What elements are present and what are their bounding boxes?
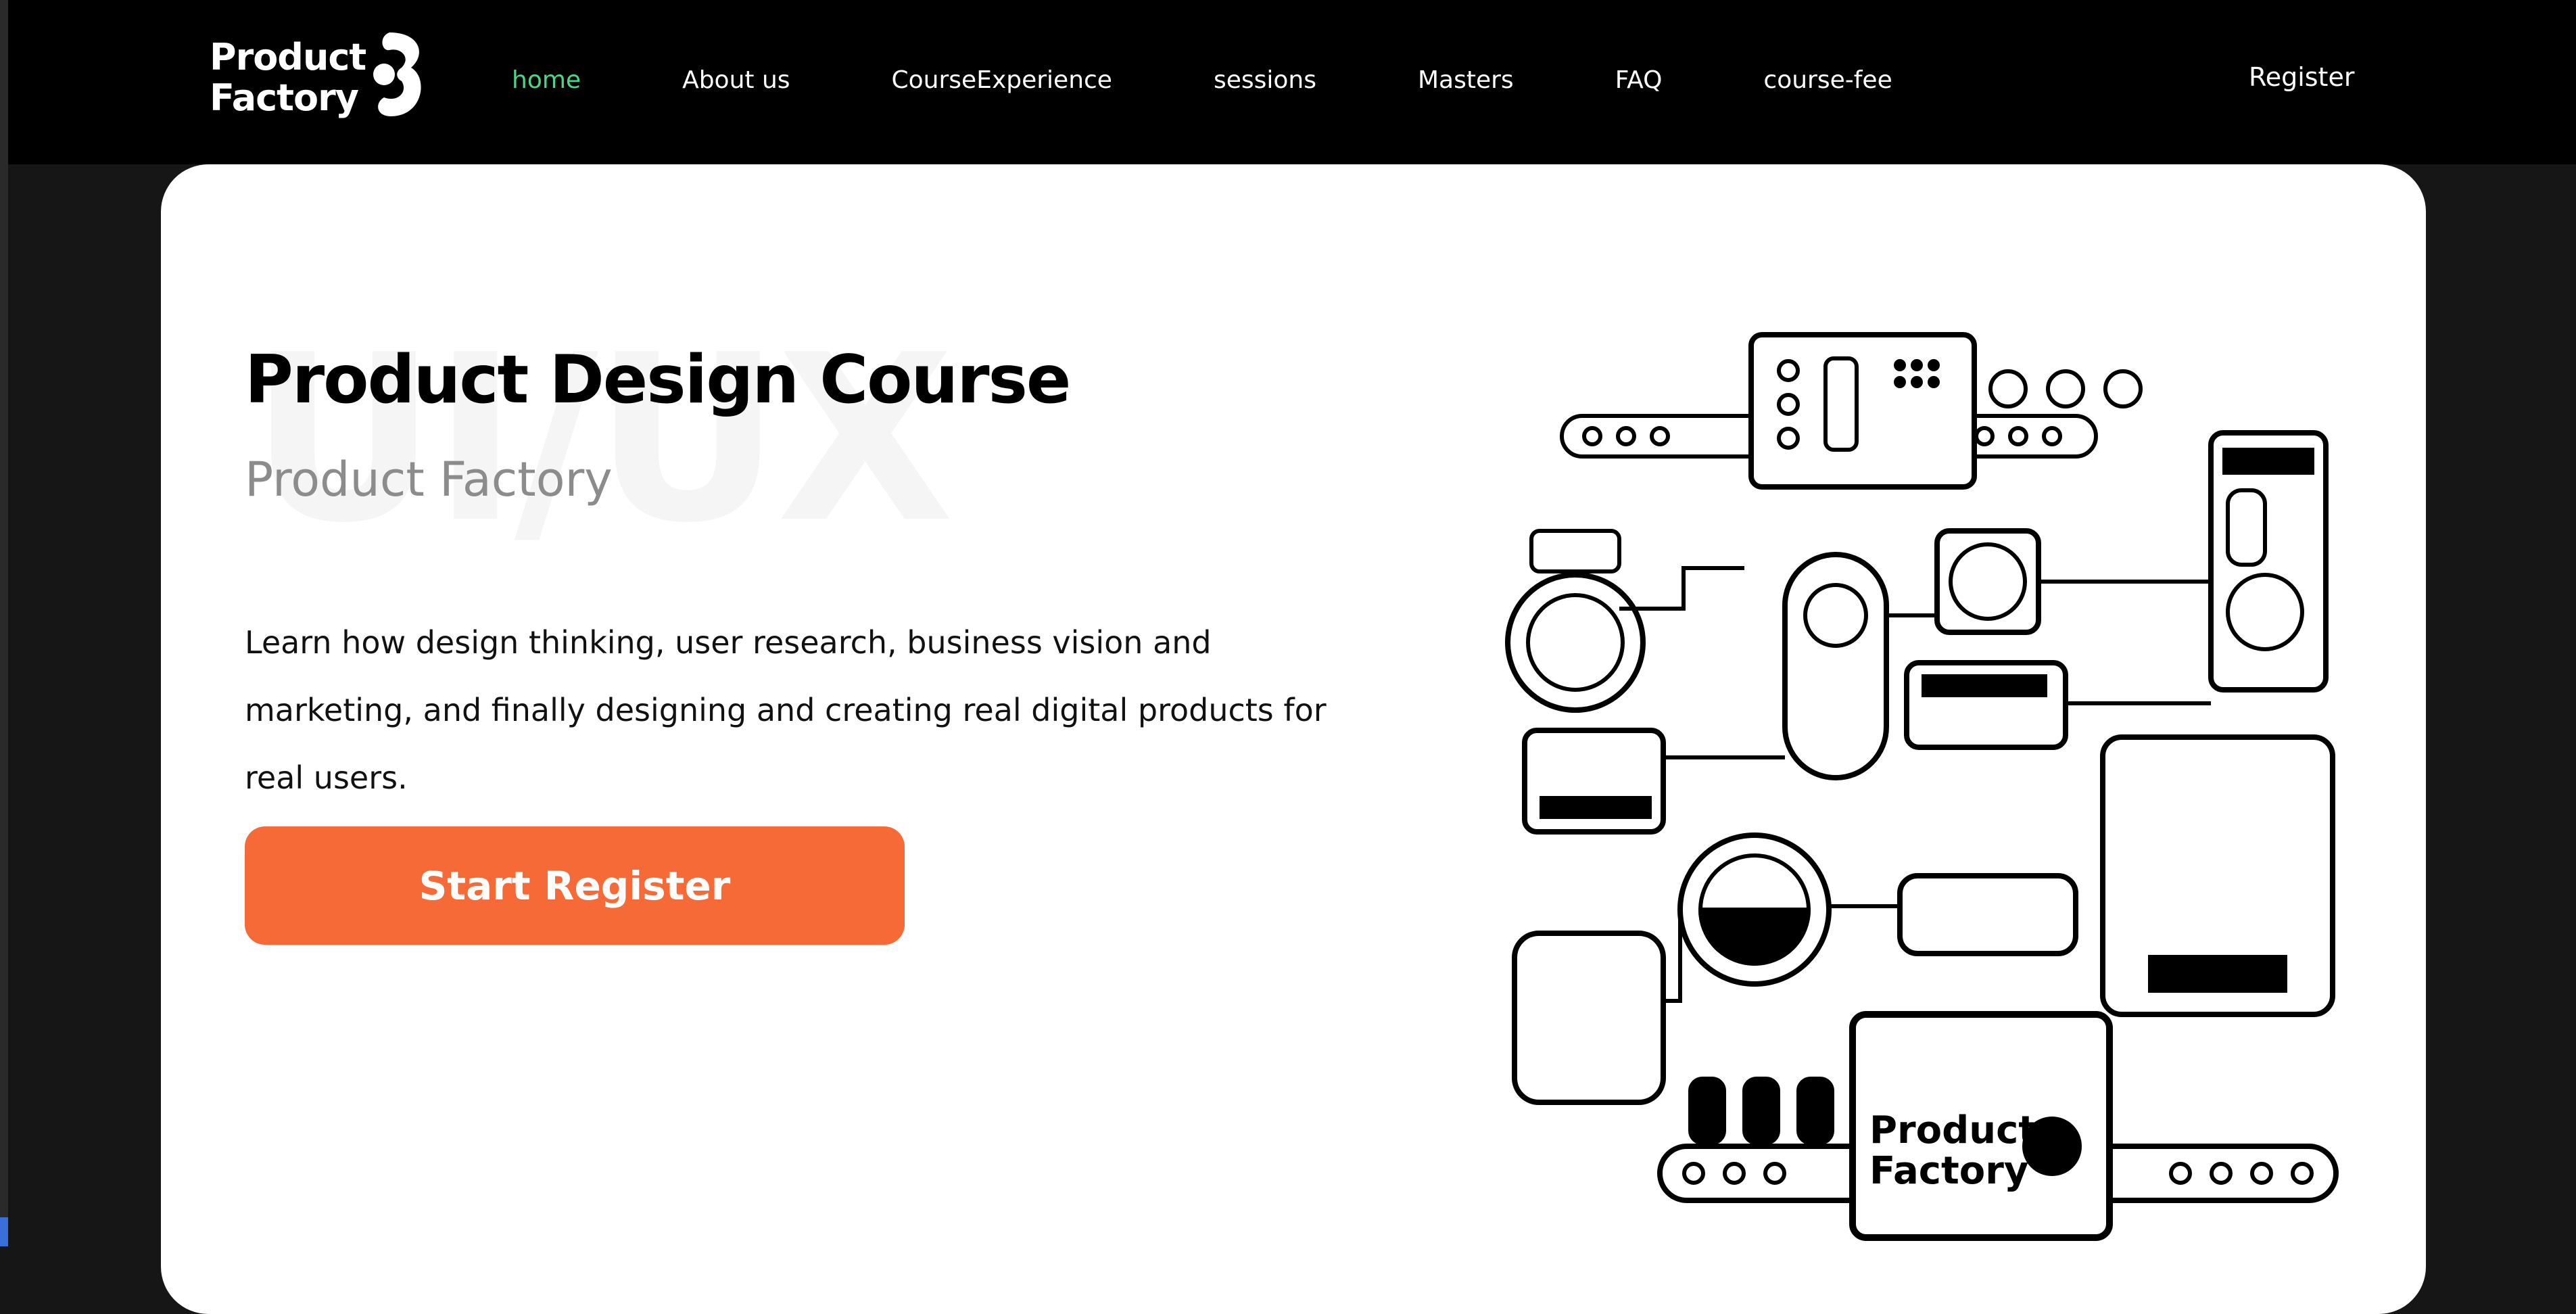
nav-link-home[interactable]: home [512, 66, 581, 94]
nav-link-course-experience[interactable]: CourseExperience [892, 66, 1112, 94]
nav-link-course-fee[interactable]: course-fee [1763, 66, 1892, 94]
nav-link-sessions[interactable]: sessions [1214, 66, 1316, 94]
window-edge [0, 0, 8, 1246]
brand-name: Product Factory [210, 37, 366, 118]
brand-line-1: Product [210, 36, 366, 78]
window-edge-accent [0, 1217, 8, 1246]
nav-link-faq[interactable]: FAQ [1615, 66, 1663, 94]
nav-link-masters[interactable]: Masters [1418, 66, 1514, 94]
register-link[interactable]: Register [2249, 62, 2354, 92]
brand-logo[interactable]: Product Factory [210, 27, 439, 128]
main-nav: home About us CourseExperience sessions … [512, 60, 1994, 100]
brand-line-2: Factory [210, 76, 359, 119]
illustration-logo-line-1: Product [1869, 1108, 2036, 1152]
product-factory-logo-icon [373, 32, 421, 116]
nav-link-about-us[interactable]: About us [682, 66, 790, 94]
navbar: Product Factory home About us CourseExpe… [8, 0, 2576, 164]
page-title: Product Design Course [245, 342, 1071, 419]
hero-description: Learn how design thinking, user research… [245, 624, 1327, 796]
illustration-logo-line-2: Factory [1869, 1149, 2028, 1193]
factory-machine-illustration-icon: Product Factory [1505, 332, 2339, 1241]
page-subtitle: Product Factory [245, 452, 613, 507]
start-register-button[interactable]: Start Register [245, 826, 905, 945]
